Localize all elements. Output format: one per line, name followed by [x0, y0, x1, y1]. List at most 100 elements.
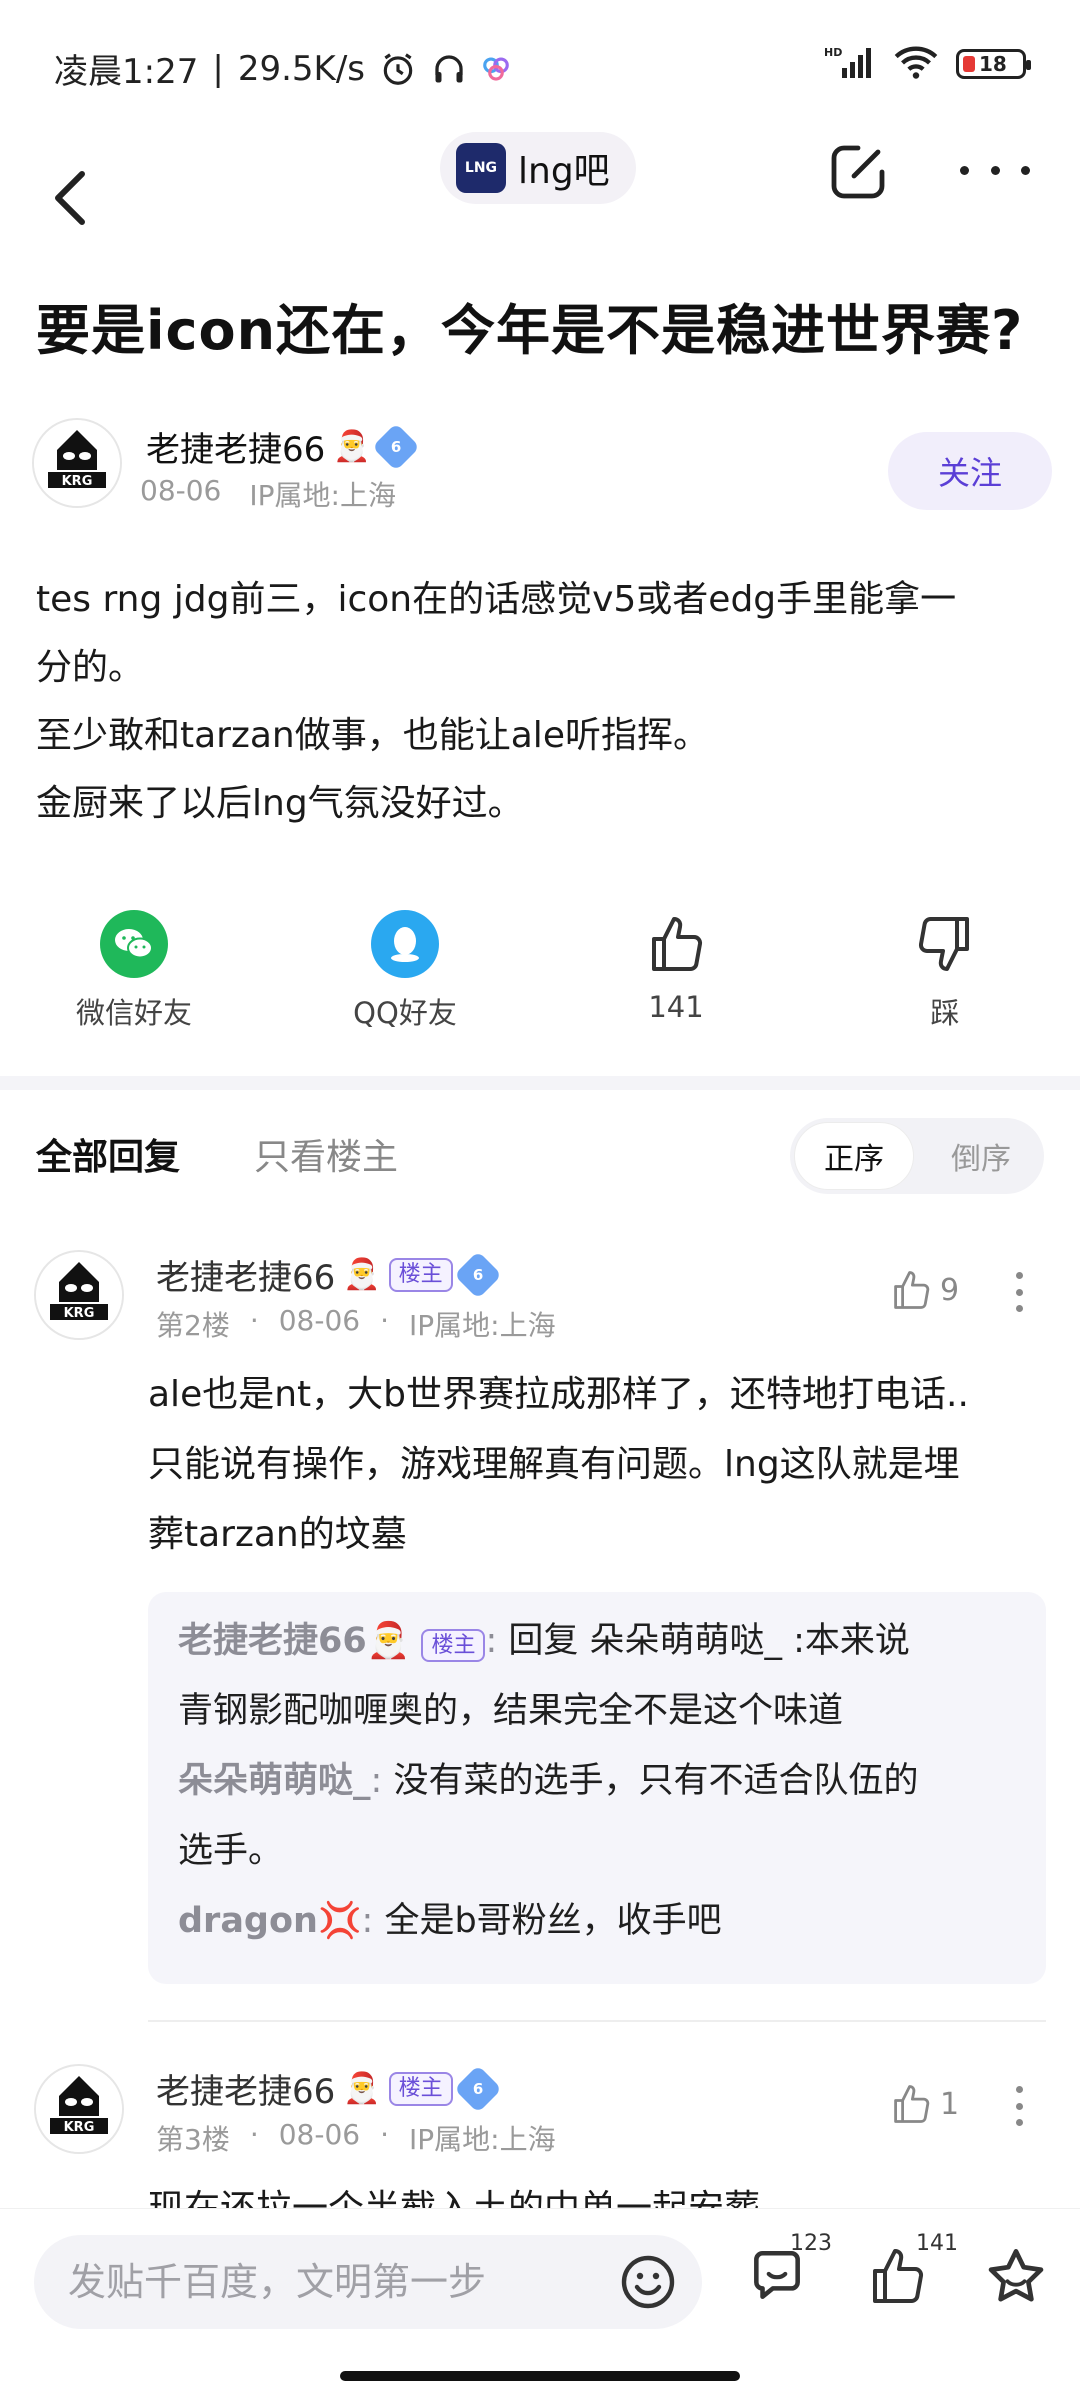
bottom-bar: 123 141: [0, 2208, 1080, 2400]
hd-signal-icon: HD: [824, 44, 876, 84]
post-body: tes rng jdg前三，icon在的话感觉v5或者edg手里能拿一 分的。 …: [36, 566, 1046, 838]
nav-bar: LNG lng吧: [0, 130, 1080, 270]
wechat-label: 微信好友: [75, 996, 192, 1030]
sub-reply-text: 青钢影配咖喱奥的，结果完全不是这个味道: [178, 1691, 844, 1731]
svg-text:KRG: KRG: [64, 1306, 95, 1321]
share-qq-button[interactable]: QQ好友: [305, 910, 505, 1032]
post-body-line: 至少敢和tarzan做事，也能让ale听指挥。: [36, 715, 709, 756]
reply-more-button[interactable]: [1016, 1272, 1024, 1312]
level-badge-icon: 6: [453, 2064, 502, 2113]
more-dot: [990, 165, 1000, 175]
share-wechat-button[interactable]: 微信好友: [34, 910, 234, 1032]
reply-content: ale也是nt，大b世界赛拉成那样了，还特地打电话.. 只能说有操作，游戏理解真…: [148, 1360, 1038, 1570]
sub-reply[interactable]: dragon💢: 全是b哥粉丝，收手吧: [178, 1886, 1016, 1956]
reply-date: 08-06: [278, 2118, 361, 2151]
thumbs-up-icon: [642, 910, 710, 978]
status-separator: |: [212, 48, 224, 89]
qq-icon: [371, 910, 439, 978]
section-divider: [0, 1076, 1080, 1090]
more-dot: [1021, 165, 1030, 175]
star-icon: [988, 2249, 1044, 2302]
sub-reply-text: 选手。: [178, 1831, 284, 1871]
level-badge-icon: 6: [453, 1250, 502, 1299]
wechat-icon: [100, 910, 168, 978]
reply-more-button[interactable]: [1016, 2086, 1024, 2126]
owner-tag: 楼主: [388, 1257, 453, 1292]
author-name-row[interactable]: 老捷老捷66 🎅 6: [146, 422, 420, 471]
reply-content-line: ale也是nt，大b世界赛拉成那样了，还特地打电话..: [148, 1374, 969, 1415]
like-count: 141: [648, 990, 704, 1024]
post-body-line: 金厨来了以后lng气氛没好过。: [36, 783, 524, 824]
avatar[interactable]: KRG: [34, 2064, 124, 2154]
reply-like-button[interactable]: 1: [890, 2082, 959, 2126]
reply-ip: IP属地:上海: [409, 2123, 556, 2156]
battery-level: 18: [979, 52, 1007, 76]
status-net-speed: 29.5K/s: [237, 48, 365, 89]
dislike-button[interactable]: 踩: [845, 910, 1045, 1032]
reply-floor: 第3楼: [156, 2123, 230, 2156]
reply-author-row[interactable]: 老捷老捷66 🎅 楼主 6: [156, 1250, 502, 1299]
reply-author-name[interactable]: 老捷老捷66: [156, 1250, 335, 1299]
owner-tag: 楼主: [421, 1629, 486, 1662]
emoji-button[interactable]: [618, 2252, 678, 2312]
reply-floor: 第2楼: [156, 1309, 230, 1342]
post-author-row: KRG 老捷老捷66 🎅 6 08-06 IP属地:上海 关注: [32, 418, 1052, 518]
sort-asc-button[interactable]: 正序: [794, 1122, 914, 1190]
santa-emoji: 🎅: [333, 429, 371, 464]
santa-emoji: 🎅: [343, 2071, 381, 2106]
qq-label: QQ好友: [353, 996, 457, 1030]
post-date: 08-06: [140, 474, 222, 507]
reply-like-count: 9: [940, 1272, 960, 1308]
bottom-like-count: 141: [916, 2231, 958, 2256]
sub-reply[interactable]: 朵朵萌萌哒_: 没有菜的选手，只有不适合队伍的: [178, 1746, 1016, 1816]
comment-input[interactable]: [68, 2253, 608, 2311]
post-body-line: 分的。: [36, 647, 145, 688]
favorite-button[interactable]: [984, 2245, 1054, 2315]
status-right: HD 18: [824, 44, 1031, 84]
comment-input-box[interactable]: [34, 2235, 702, 2329]
battery-icon: 18: [956, 49, 1031, 79]
alarm-icon: [379, 50, 417, 88]
avatar[interactable]: KRG: [32, 418, 122, 508]
follow-button[interactable]: 关注: [888, 432, 1052, 510]
reply-author-row[interactable]: 老捷老捷66 🎅 楼主 6: [156, 2064, 502, 2113]
reply-date: 08-06: [278, 1304, 361, 1337]
author-name[interactable]: 老捷老捷66: [146, 422, 325, 471]
status-bar: 凌晨1:27 | 29.5K/s HD 18: [0, 0, 1080, 130]
sub-reply-text: 全是b哥粉丝，收手吧: [384, 1901, 722, 1941]
like-button[interactable]: 141: [576, 910, 776, 1024]
back-button[interactable]: [40, 158, 100, 238]
tab-all-replies[interactable]: 全部回复: [36, 1128, 180, 1180]
reply-author-name[interactable]: 老捷老捷66: [156, 2064, 335, 2113]
edit-post-button[interactable]: [826, 140, 890, 204]
author-meta: 08-06 IP属地:上海: [140, 474, 396, 514]
app-notification-icon: [481, 54, 511, 84]
sub-reply-text: 回复 朵朵萌萌哒_ :本来说: [508, 1621, 910, 1661]
home-indicator[interactable]: [340, 2371, 740, 2381]
post-ip: IP属地:上海: [249, 479, 396, 512]
svg-text:KRG: KRG: [64, 2120, 95, 2135]
status-left: 凌晨1:27 | 29.5K/s: [54, 44, 511, 93]
sub-reply-author[interactable]: 朵朵萌萌哒_: [178, 1761, 371, 1801]
forum-name: lng吧: [518, 151, 610, 192]
reply-like-button[interactable]: 9: [890, 1268, 959, 1312]
sub-replies-box[interactable]: 老捷老捷66🎅 楼主: 回复 朵朵萌萌哒_ :本来说 青钢影配咖喱奥的，结果完全…: [148, 1592, 1046, 1984]
svg-text:KRG: KRG: [62, 474, 93, 489]
sub-reply-author[interactable]: dragon💢: [178, 1901, 362, 1941]
thumbs-down-icon: [911, 910, 979, 978]
sort-desc-button[interactable]: 倒序: [922, 1122, 1040, 1190]
sub-reply[interactable]: 老捷老捷66🎅 楼主: 回复 朵朵萌萌哒_ :本来说: [178, 1606, 1016, 1676]
more-dot: [960, 165, 969, 175]
forum-pill[interactable]: LNG lng吧: [440, 132, 636, 204]
sub-reply-text: 没有菜的选手，只有不适合队伍的: [393, 1761, 919, 1801]
post-body-line: tes rng jdg前三，icon在的话感觉v5或者edg手里能拿一: [36, 579, 957, 620]
reply-meta: 第3楼 · 08-06 · IP属地:上海: [156, 2118, 556, 2156]
reply-ip: IP属地:上海: [409, 1309, 556, 1342]
more-options-button[interactable]: [960, 150, 1030, 190]
sub-reply-author[interactable]: 老捷老捷66🎅: [178, 1621, 410, 1661]
avatar[interactable]: KRG: [34, 1250, 124, 1340]
headphones-icon: [431, 51, 467, 87]
smiley-icon: [621, 2255, 675, 2309]
tab-owner-only[interactable]: 只看楼主: [254, 1128, 398, 1180]
dislike-label: 踩: [930, 996, 960, 1030]
